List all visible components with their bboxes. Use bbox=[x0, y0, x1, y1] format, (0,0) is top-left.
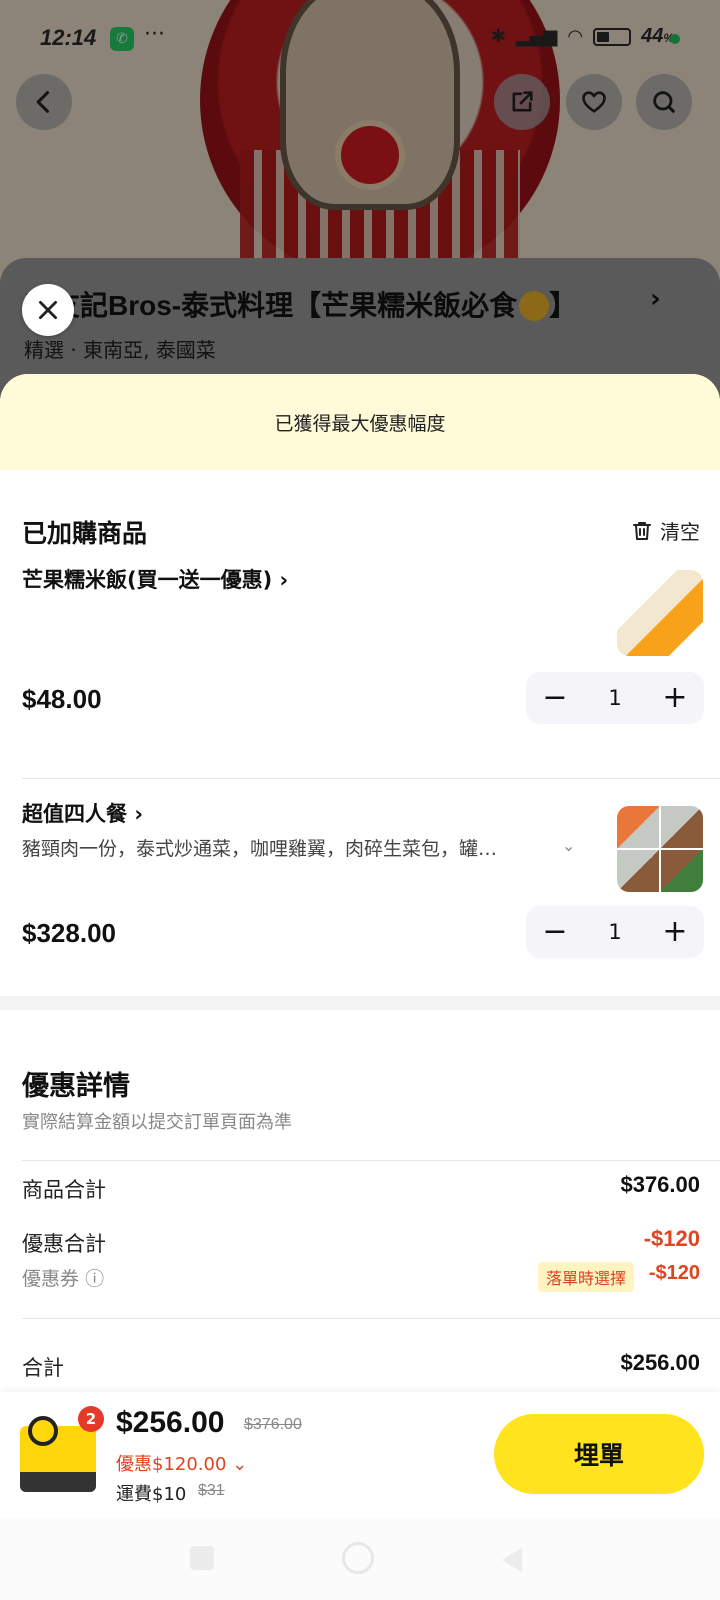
system-back-button[interactable] bbox=[502, 1548, 522, 1572]
close-icon bbox=[39, 301, 57, 319]
subtotal-value: $376.00 bbox=[620, 1172, 700, 1197]
total-value: $256.00 bbox=[620, 1350, 700, 1375]
clear-cart-button[interactable]: 清空 bbox=[630, 516, 700, 545]
increase-button[interactable]: + bbox=[660, 683, 690, 713]
chevron-right-icon: › bbox=[134, 802, 143, 826]
discount-subtitle: 實際結算金額以提交訂單頁面為準 bbox=[22, 1112, 292, 1133]
close-cart-button[interactable] bbox=[22, 284, 74, 336]
discount-total-value: -$120 bbox=[643, 1226, 700, 1251]
cart-count-badge: 2 bbox=[78, 1406, 104, 1432]
system-nav-bar bbox=[0, 1518, 720, 1600]
section-gap bbox=[0, 996, 720, 1010]
set-meal-thumbnail[interactable] bbox=[617, 806, 703, 892]
cart-sheet: 已獲得最大優惠幅度 已加購商品 清空 芒果糯米飯(買一送一優惠) › $48.0… bbox=[0, 374, 720, 1404]
recent-apps-button[interactable] bbox=[190, 1546, 214, 1570]
delivery-fee-original: $31 bbox=[198, 1482, 225, 1499]
discount-divider bbox=[22, 1160, 720, 1161]
decrease-button[interactable]: − bbox=[540, 683, 570, 713]
item-divider bbox=[22, 778, 720, 779]
coupon-select-tag[interactable]: 落單時選擇 bbox=[538, 1262, 635, 1292]
promo-banner: 已獲得最大優惠幅度 bbox=[0, 374, 720, 470]
discount-heading: 優惠詳情 bbox=[22, 1071, 130, 1102]
cart-item-price: $328.00 bbox=[22, 918, 116, 948]
cart-heading: 已加購商品 bbox=[22, 519, 148, 548]
coupon-value: -$120 bbox=[648, 1262, 700, 1284]
checkout-bar: 2 $256.00 $376.00 優惠$120.00 ⌄ 運費$10 $31 … bbox=[0, 1392, 720, 1518]
increase-button[interactable]: + bbox=[660, 917, 690, 947]
clear-label: 清空 bbox=[660, 520, 700, 544]
quantity-value: 1 bbox=[608, 920, 622, 944]
cart-item-description: 豬頸肉一份，泰式炒通菜，咖哩雞翼，肉碎生菜包，罐… bbox=[22, 838, 498, 860]
checkout-total: $256.00 bbox=[116, 1406, 225, 1439]
home-button[interactable] bbox=[342, 1542, 374, 1574]
quantity-stepper: − 1 + bbox=[526, 906, 704, 958]
info-icon[interactable]: ⓘ bbox=[85, 1268, 104, 1290]
checkout-discount[interactable]: 優惠$120.00 ⌄ bbox=[116, 1450, 247, 1476]
decrease-button[interactable]: − bbox=[540, 917, 570, 947]
mango-sticky-rice-thumbnail[interactable] bbox=[617, 570, 703, 656]
chevron-right-icon: › bbox=[279, 568, 289, 592]
total-divider bbox=[22, 1318, 720, 1319]
cart-item-price: $48.00 bbox=[22, 684, 102, 714]
delivery-fee: 運費$10 bbox=[116, 1484, 187, 1505]
total-label: 合計 bbox=[22, 1356, 64, 1380]
chevron-down-icon: ⌄ bbox=[232, 1454, 248, 1475]
cart-item-name[interactable]: 超值四人餐 › bbox=[22, 798, 143, 828]
quantity-value: 1 bbox=[608, 686, 622, 710]
discount-total-label: 優惠合計 bbox=[22, 1232, 106, 1256]
checkout-button[interactable]: 埋單 bbox=[494, 1414, 704, 1494]
checkout-original-price: $376.00 bbox=[244, 1416, 302, 1433]
cart-item-name[interactable]: 芒果糯米飯(買一送一優惠) › bbox=[22, 564, 288, 594]
coupon-label[interactable]: 優惠券 ⓘ bbox=[22, 1264, 104, 1291]
expand-description-button[interactable]: ⌄ bbox=[562, 836, 575, 855]
subtotal-label: 商品合計 bbox=[22, 1178, 106, 1202]
quantity-stepper: − 1 + bbox=[526, 672, 704, 724]
trash-icon bbox=[633, 521, 651, 540]
